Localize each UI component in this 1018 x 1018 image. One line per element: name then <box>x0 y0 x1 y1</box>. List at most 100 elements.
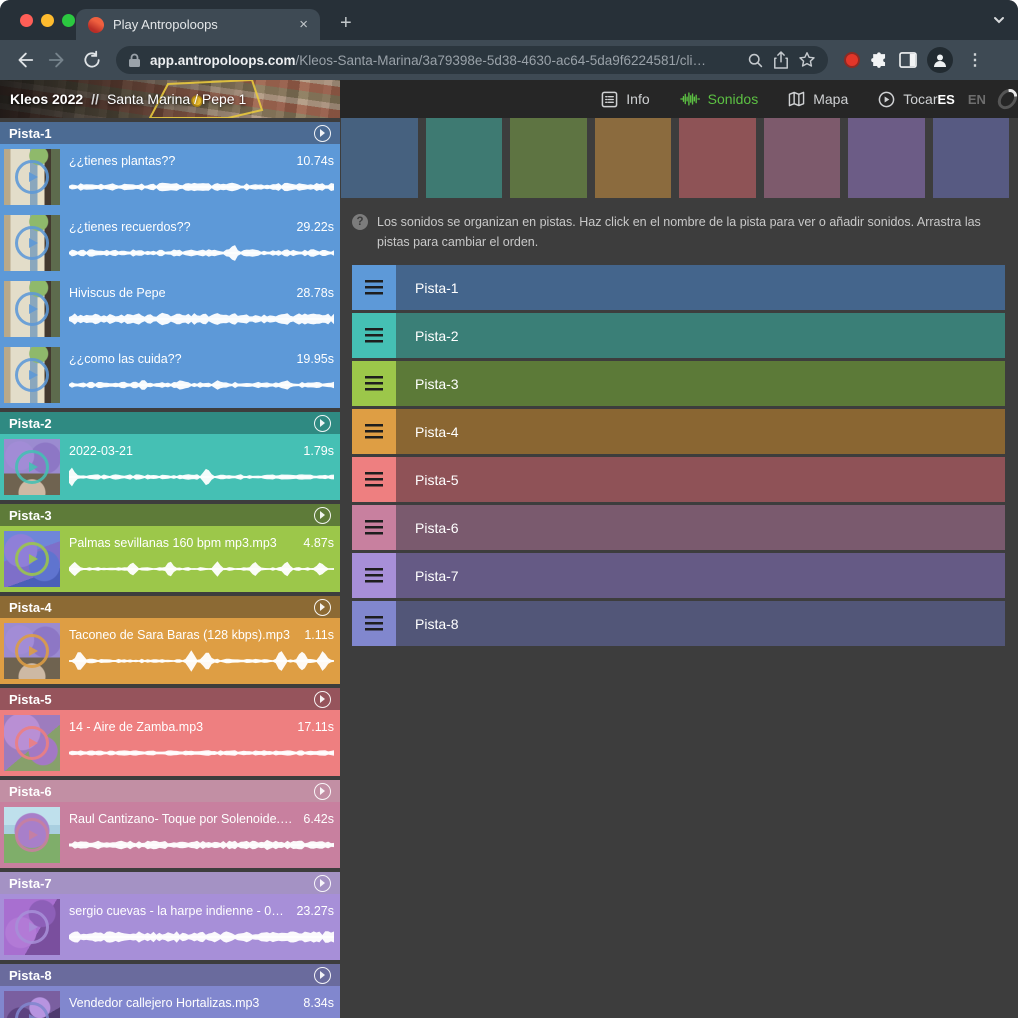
audio-clip[interactable]: 2022-03-21 1.79s <box>0 434 340 500</box>
track-row-body[interactable]: Pista-8 <box>396 601 1005 646</box>
back-button[interactable] <box>10 46 38 74</box>
drag-handle[interactable] <box>352 601 396 646</box>
track-play-icon[interactable] <box>314 967 331 984</box>
forward-button[interactable] <box>44 46 72 74</box>
sidebar-track-header[interactable]: Pista-8 <box>0 964 340 986</box>
track-row-6[interactable]: Pista-6 <box>352 505 1005 550</box>
track-play-icon[interactable] <box>314 783 331 800</box>
track-color-swatch-1[interactable] <box>341 118 418 198</box>
track-row-5[interactable]: Pista-5 <box>352 457 1005 502</box>
track-row-8[interactable]: Pista-8 <box>352 601 1005 646</box>
track-row-4[interactable]: Pista-4 <box>352 409 1005 454</box>
side-panel-icon[interactable] <box>899 52 917 68</box>
audio-clip[interactable]: ¿¿como las cuida?? 19.95s <box>0 342 340 408</box>
track-play-icon[interactable] <box>314 875 331 892</box>
audio-clip[interactable]: ¿¿tienes recuerdos?? 29.22s <box>0 210 340 276</box>
clip-play-icon[interactable] <box>15 226 49 260</box>
audio-clip[interactable]: ¿¿tienes plantas?? 10.74s <box>0 144 340 210</box>
sidebar-track-header[interactable]: Pista-1 <box>0 122 340 144</box>
sidebar-track-name[interactable]: Pista-4 <box>9 600 52 615</box>
track-play-icon[interactable] <box>314 599 331 616</box>
drag-handle[interactable] <box>352 457 396 502</box>
sidebar-track-header[interactable]: Pista-5 <box>0 688 340 710</box>
drag-handle[interactable] <box>352 553 396 598</box>
audio-clip[interactable]: sergio cuevas - la harpe indienne - 03 -… <box>0 894 340 960</box>
sidebar-track-header[interactable]: Pista-6 <box>0 780 340 802</box>
drag-handle[interactable] <box>352 313 396 358</box>
sidebar-track-name[interactable]: Pista-2 <box>9 416 52 431</box>
clip-thumbnail[interactable] <box>4 899 60 955</box>
track-color-swatch-8[interactable] <box>933 118 1010 198</box>
track-color-swatch-6[interactable] <box>764 118 841 198</box>
track-row-2[interactable]: Pista-2 <box>352 313 1005 358</box>
sidebar-track-header[interactable]: Pista-3 <box>0 504 340 526</box>
nav-mapa[interactable]: Mapa <box>788 91 848 107</box>
zoom-icon[interactable] <box>747 52 764 69</box>
tab-search-chevron-icon[interactable] <box>992 13 1006 27</box>
browser-menu-icon[interactable]: ⋮ <box>963 50 987 70</box>
clip-play-icon[interactable] <box>15 292 49 326</box>
track-color-swatch-4[interactable] <box>595 118 672 198</box>
sidebar-track-name[interactable]: Pista-3 <box>9 508 52 523</box>
audio-clip[interactable]: Hiviscus de Pepe 28.78s <box>0 276 340 342</box>
sidebar-track-name[interactable]: Pista-7 <box>9 876 52 891</box>
clip-thumbnail[interactable] <box>4 531 60 587</box>
sidebar-track-name[interactable]: Pista-6 <box>9 784 52 799</box>
sidebar-track-header[interactable]: Pista-4 <box>0 596 340 618</box>
sidebar-track-header[interactable]: Pista-7 <box>0 872 340 894</box>
clip-play-icon[interactable] <box>15 160 49 194</box>
drag-handle[interactable] <box>352 265 396 310</box>
breadcrumb-project[interactable]: Kleos 2022 <box>10 91 83 107</box>
profile-avatar[interactable] <box>927 47 953 73</box>
track-color-swatch-3[interactable] <box>510 118 587 198</box>
clip-thumbnail[interactable] <box>4 439 60 495</box>
clip-thumbnail[interactable] <box>4 807 60 863</box>
breadcrumb-page[interactable]: Santa Marina / Pepe 1 <box>107 91 246 107</box>
audio-clip[interactable]: Raul Cantizano- Toque por Solenoide.mp3 … <box>0 802 340 868</box>
track-row-body[interactable]: Pista-6 <box>396 505 1005 550</box>
nav-sonidos[interactable]: Sonidos <box>680 91 759 107</box>
bookmark-star-icon[interactable] <box>798 51 816 69</box>
nav-info[interactable]: Info <box>601 91 649 108</box>
track-row-7[interactable]: Pista-7 <box>352 553 1005 598</box>
track-color-swatch-5[interactable] <box>679 118 756 198</box>
zoom-window-button[interactable] <box>62 14 75 27</box>
clip-play-icon[interactable] <box>15 634 49 668</box>
track-row-body[interactable]: Pista-4 <box>396 409 1005 454</box>
clip-play-icon[interactable] <box>15 450 49 484</box>
clip-play-icon[interactable] <box>15 542 49 576</box>
audio-clip[interactable]: 14 - Aire de Zamba.mp3 17.11s <box>0 710 340 776</box>
clip-thumbnail[interactable] <box>4 715 60 771</box>
clip-play-icon[interactable] <box>15 1002 49 1018</box>
track-row-body[interactable]: Pista-1 <box>396 265 1005 310</box>
sidebar-track-header[interactable]: Pista-2 <box>0 412 340 434</box>
extensions-puzzle-icon[interactable] <box>870 51 889 70</box>
clip-play-icon[interactable] <box>15 358 49 392</box>
track-row-1[interactable]: Pista-1 <box>352 265 1005 310</box>
window-controls[interactable] <box>20 14 75 27</box>
track-row-body[interactable]: Pista-7 <box>396 553 1005 598</box>
address-bar[interactable]: app.antropoloops.com/Kleos-Santa-Marina/… <box>116 46 828 74</box>
lang-es[interactable]: ES <box>937 92 954 107</box>
clip-play-icon[interactable] <box>15 818 49 852</box>
nav-tocar[interactable]: Tocar <box>878 91 937 108</box>
minimize-window-button[interactable] <box>41 14 54 27</box>
drag-handle[interactable] <box>352 505 396 550</box>
clip-play-icon[interactable] <box>15 910 49 944</box>
clip-play-icon[interactable] <box>15 726 49 760</box>
track-row-body[interactable]: Pista-5 <box>396 457 1005 502</box>
drag-handle[interactable] <box>352 409 396 454</box>
close-window-button[interactable] <box>20 14 33 27</box>
track-play-icon[interactable] <box>314 415 331 432</box>
clip-thumbnail[interactable] <box>4 347 60 403</box>
audio-clip[interactable]: Vendedor callejero Hortalizas.mp3 8.34s <box>0 986 340 1018</box>
drag-handle[interactable] <box>352 361 396 406</box>
track-row-body[interactable]: Pista-3 <box>396 361 1005 406</box>
track-play-icon[interactable] <box>314 507 331 524</box>
browser-tab[interactable]: Play Antropoloops × <box>76 9 320 40</box>
new-tab-button[interactable]: + <box>334 10 358 37</box>
clip-thumbnail[interactable] <box>4 215 60 271</box>
sidebar-track-name[interactable]: Pista-1 <box>9 126 52 141</box>
audio-clip[interactable]: Palmas sevillanas 160 bpm mp3.mp3 4.87s <box>0 526 340 592</box>
track-play-icon[interactable] <box>314 125 331 142</box>
